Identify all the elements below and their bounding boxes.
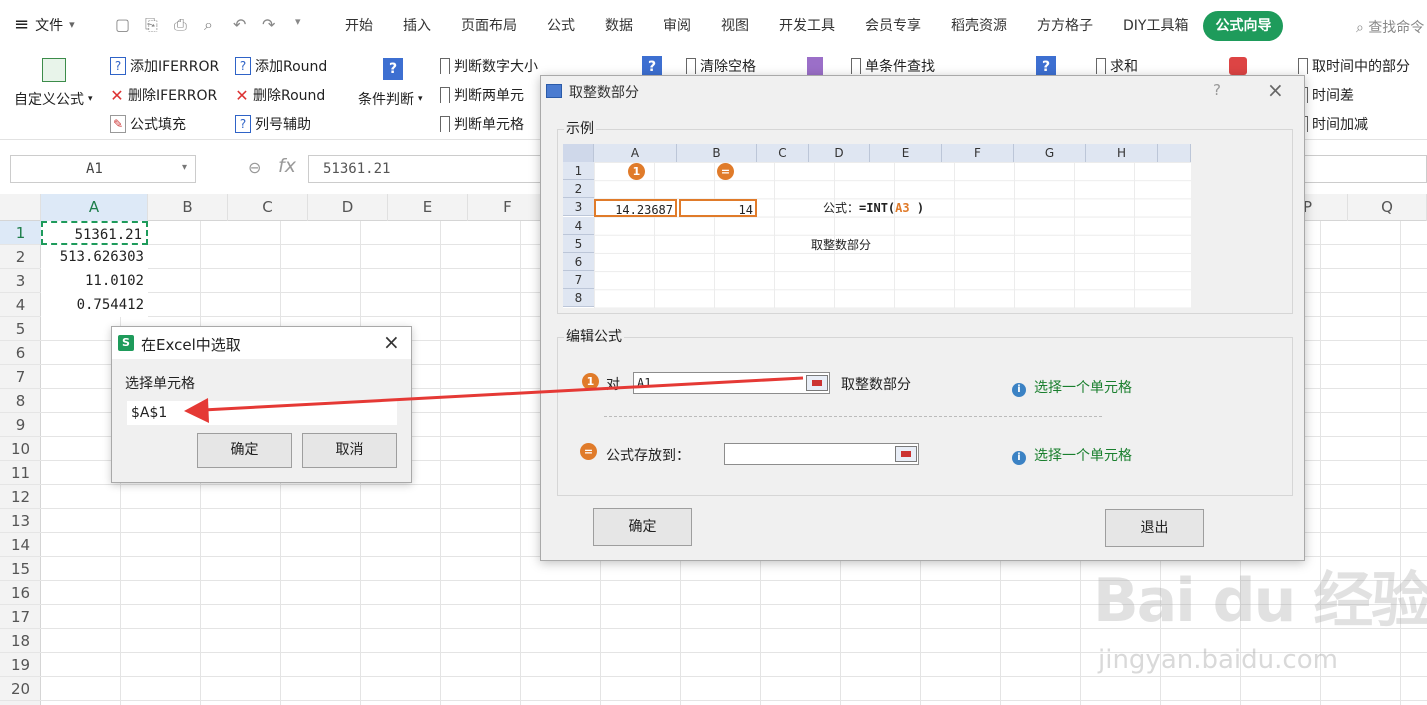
- annotation-arrow: [184, 376, 804, 423]
- arrow-line: [202, 376, 804, 412]
- arrow-head: [184, 398, 209, 423]
